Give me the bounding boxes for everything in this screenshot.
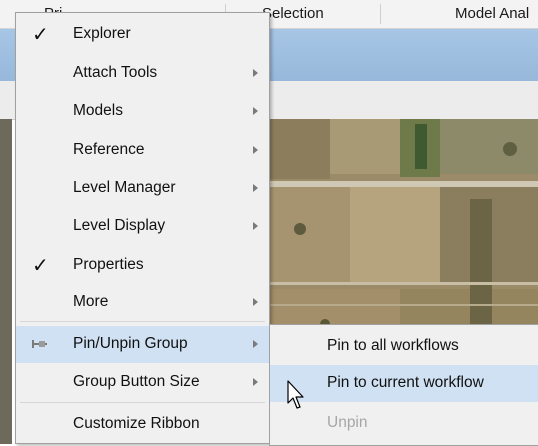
menu-item-label: Group Button Size [73,373,200,390]
menu-item-properties[interactable]: ✓ Properties [16,247,269,284]
menu-item-label: Level Manager [73,179,176,196]
menu-item-label: More [73,293,109,310]
mouse-cursor-icon [287,380,304,409]
submenu-item-pin-all-workflows[interactable]: Pin to all workflows [270,328,538,365]
submenu-arrow-icon [253,107,258,115]
submenu-arrow-icon [253,340,258,348]
menu-item-label: Models [73,102,123,119]
menu-separator [20,321,265,322]
pin-icon [32,340,47,348]
view-left-edge [0,119,12,444]
submenu-arrow-icon [253,69,258,77]
check-icon: ✓ [32,255,49,277]
submenu-item-label: Unpin [327,414,368,431]
menu-item-level-manager[interactable]: Level Manager [16,170,269,207]
submenu-item-label: Pin to current workflow [327,374,484,391]
tab-model-analysis[interactable]: Model Anal [455,5,529,22]
menu-item-label: Level Display [73,217,166,234]
menu-item-label: Pin/Unpin Group [73,335,188,352]
menu-separator [20,402,265,403]
menu-item-label: Explorer [73,25,131,42]
submenu-item-label: Pin to all workflows [327,337,459,354]
submenu-arrow-icon [253,146,258,154]
submenu-arrow-icon [253,222,258,230]
menu-item-level-display[interactable]: Level Display [16,208,269,245]
menu-item-label: Attach Tools [73,64,158,81]
submenu-arrow-icon [253,298,258,306]
menu-item-attach-tools[interactable]: Attach Tools [16,55,269,92]
submenu-arrow-icon [253,378,258,386]
tab-separator [380,4,381,24]
pin-unpin-submenu: Pin to all workflows Pin to current work… [269,324,538,446]
menu-item-group-button-size[interactable]: Group Button Size [16,364,269,401]
menu-item-more[interactable]: More [16,284,269,321]
menu-item-customize-ribbon[interactable]: Customize Ribbon [16,406,269,443]
menu-item-label: Customize Ribbon [73,415,200,432]
submenu-arrow-icon [253,184,258,192]
menu-item-label: Reference [73,141,145,158]
menu-item-label: Properties [73,256,144,273]
check-icon: ✓ [32,24,49,46]
menu-item-models[interactable]: Models [16,93,269,130]
tab-selection[interactable]: Selection [262,5,324,22]
menu-item-reference[interactable]: Reference [16,132,269,169]
menu-item-explorer[interactable]: ✓ Explorer [16,16,269,53]
ribbon-context-menu: ✓ Explorer Attach Tools Models Reference… [15,12,270,444]
submenu-item-unpin: Unpin [270,405,538,442]
menu-item-pin-unpin-group[interactable]: Pin/Unpin Group [16,326,269,363]
submenu-item-pin-current-workflow[interactable]: Pin to current workflow [270,365,538,402]
